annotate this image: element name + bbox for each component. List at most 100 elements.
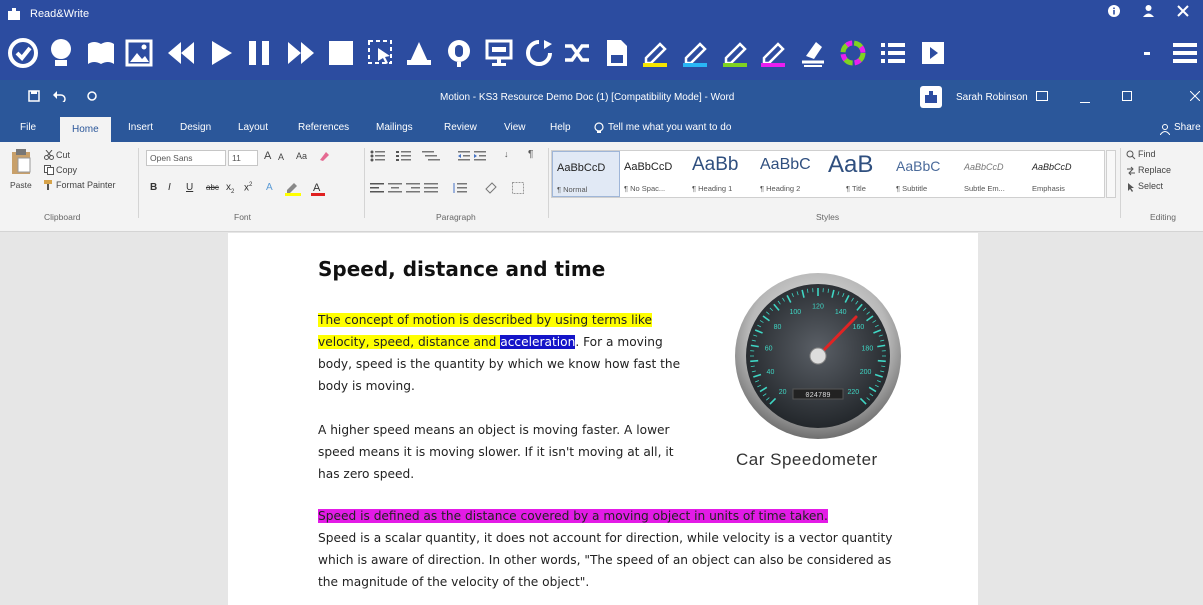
paste-icon[interactable] xyxy=(10,148,32,178)
highlight-green-icon[interactable] xyxy=(720,38,750,68)
align-left-icon[interactable] xyxy=(370,182,384,196)
tab-references[interactable]: References xyxy=(298,122,349,133)
highlight-yellow-icon[interactable] xyxy=(640,38,670,68)
subscript-icon[interactable]: x2 xyxy=(226,182,234,195)
change-case-icon[interactable]: Aa xyxy=(296,151,307,161)
vocabulary-list-icon[interactable] xyxy=(878,38,908,68)
web-search-icon[interactable] xyxy=(602,38,632,68)
styles-scroll-icon[interactable] xyxy=(1106,150,1116,198)
play-icon[interactable] xyxy=(206,38,236,68)
align-center-icon[interactable] xyxy=(388,182,402,196)
tab-file[interactable]: File xyxy=(20,122,36,133)
check-it-icon[interactable] xyxy=(8,38,38,68)
format-painter-icon[interactable] xyxy=(44,180,54,192)
cut-button[interactable]: Cut xyxy=(56,150,70,160)
replace-button[interactable]: Replace xyxy=(1138,165,1171,175)
prediction-icon[interactable] xyxy=(46,38,76,68)
paragraph-1[interactable]: The concept of motion is described by us… xyxy=(318,309,688,397)
align-right-icon[interactable] xyxy=(406,182,420,196)
tab-layout[interactable]: Layout xyxy=(238,122,268,133)
sort-icon[interactable]: ↓ xyxy=(504,149,509,159)
hamburger-menu-icon[interactable] xyxy=(1170,38,1200,68)
tab-home[interactable]: Home xyxy=(60,117,111,144)
tab-insert[interactable]: Insert xyxy=(128,122,153,133)
format-painter-button[interactable]: Format Painter xyxy=(56,180,116,190)
tab-mailings[interactable]: Mailings xyxy=(376,122,413,133)
bullets-icon[interactable] xyxy=(370,150,390,164)
borders-icon[interactable] xyxy=(512,182,524,196)
style-subtitle[interactable]: AaBbC ¶ Subtitle xyxy=(892,151,960,197)
find-icon[interactable] xyxy=(1126,150,1136,162)
tab-review[interactable]: Review xyxy=(444,122,477,133)
user-icon[interactable] xyxy=(1142,4,1155,22)
replace-icon[interactable] xyxy=(1126,166,1136,178)
close-icon[interactable] xyxy=(1177,4,1189,22)
forward-icon[interactable] xyxy=(286,38,316,68)
minimize-icon[interactable] xyxy=(1080,96,1090,107)
pause-icon[interactable] xyxy=(244,38,274,68)
style-emphasis[interactable]: AaBbCcD Emphasis xyxy=(1028,151,1096,197)
style-title[interactable]: AaB ¶ Title xyxy=(824,151,892,197)
numbering-icon[interactable] xyxy=(396,150,416,164)
clear-highlights-icon[interactable] xyxy=(798,38,828,68)
ribbon-display-icon[interactable] xyxy=(1036,91,1048,104)
screen-mask-icon[interactable] xyxy=(484,38,514,68)
readwrite-word-icon[interactable] xyxy=(920,86,942,108)
tab-help[interactable]: Help xyxy=(550,122,571,133)
highlight-blue-icon[interactable] xyxy=(680,38,710,68)
info-icon[interactable] xyxy=(1108,4,1120,22)
style-no-spacing[interactable]: AaBbCcD ¶ No Spac... xyxy=(620,151,688,197)
shading-icon[interactable] xyxy=(484,181,498,197)
copy-icon[interactable] xyxy=(44,165,54,177)
shrink-font-icon[interactable]: A xyxy=(278,152,284,162)
line-spacing-icon[interactable] xyxy=(452,182,468,196)
style-subtle-emphasis[interactable]: AaBbCcD Subtle Em... xyxy=(960,151,1028,197)
bold-icon[interactable]: B xyxy=(150,182,157,193)
tab-view[interactable]: View xyxy=(504,122,526,133)
decrease-indent-icon[interactable] xyxy=(458,150,470,164)
paste-button[interactable]: Paste xyxy=(10,180,32,190)
copy-button[interactable]: Copy xyxy=(56,165,77,175)
dictionary-icon[interactable] xyxy=(86,38,116,68)
screenshot-reader-icon[interactable] xyxy=(366,38,396,68)
speech-input-icon[interactable] xyxy=(444,38,474,68)
select-button[interactable]: Select xyxy=(1138,181,1163,191)
text-effects-icon[interactable]: A xyxy=(266,182,273,193)
select-icon[interactable] xyxy=(1126,182,1136,194)
tab-design[interactable]: Design xyxy=(180,122,211,133)
share-button[interactable]: Share xyxy=(1174,122,1201,133)
signed-in-user[interactable]: Sarah Robinson xyxy=(956,92,1028,103)
collect-highlights-icon[interactable] xyxy=(838,38,868,68)
talk-and-type-icon[interactable] xyxy=(524,38,554,68)
font-color-icon[interactable]: A xyxy=(310,180,326,198)
style-heading-2[interactable]: AaBbC ¶ Heading 2 xyxy=(756,151,824,197)
paragraph-2[interactable]: A higher speed means an object is moving… xyxy=(318,419,688,485)
justify-icon[interactable] xyxy=(424,182,438,196)
paragraph-3[interactable]: Speed is defined as the distance covered… xyxy=(318,505,898,593)
font-size-box[interactable]: 11 xyxy=(228,150,258,166)
undo-icon[interactable] xyxy=(52,90,66,105)
rewind-icon[interactable] xyxy=(166,38,196,68)
stop-icon[interactable] xyxy=(326,38,356,68)
maximize-icon[interactable] xyxy=(1122,91,1132,104)
window-close-icon[interactable] xyxy=(1189,90,1201,104)
superscript-icon[interactable]: x2 xyxy=(244,182,252,193)
audio-maker-icon[interactable] xyxy=(404,38,434,68)
underline-icon[interactable]: U xyxy=(186,182,193,193)
save-icon[interactable] xyxy=(28,90,40,105)
strikethrough-icon[interactable]: abc xyxy=(206,183,219,192)
tell-me-search[interactable]: Tell me what you want to do xyxy=(608,122,731,133)
clear-formatting-icon[interactable] xyxy=(318,150,330,164)
grow-font-icon[interactable]: A xyxy=(264,150,271,162)
show-formatting-icon[interactable]: ¶ xyxy=(528,149,533,160)
italic-icon[interactable]: I xyxy=(168,182,171,193)
dropdown-arrow-icon[interactable] xyxy=(1138,38,1158,68)
font-name-box[interactable]: Open Sans xyxy=(146,150,226,166)
find-button[interactable]: Find xyxy=(1138,149,1156,159)
redo-icon[interactable] xyxy=(86,90,98,105)
vocabulary-icon[interactable] xyxy=(562,38,592,68)
document-page[interactable]: Speed, distance and time The concept of … xyxy=(228,233,978,605)
increase-indent-icon[interactable] xyxy=(474,150,486,164)
cut-icon[interactable] xyxy=(44,149,54,162)
multilevel-list-icon[interactable] xyxy=(422,150,442,164)
